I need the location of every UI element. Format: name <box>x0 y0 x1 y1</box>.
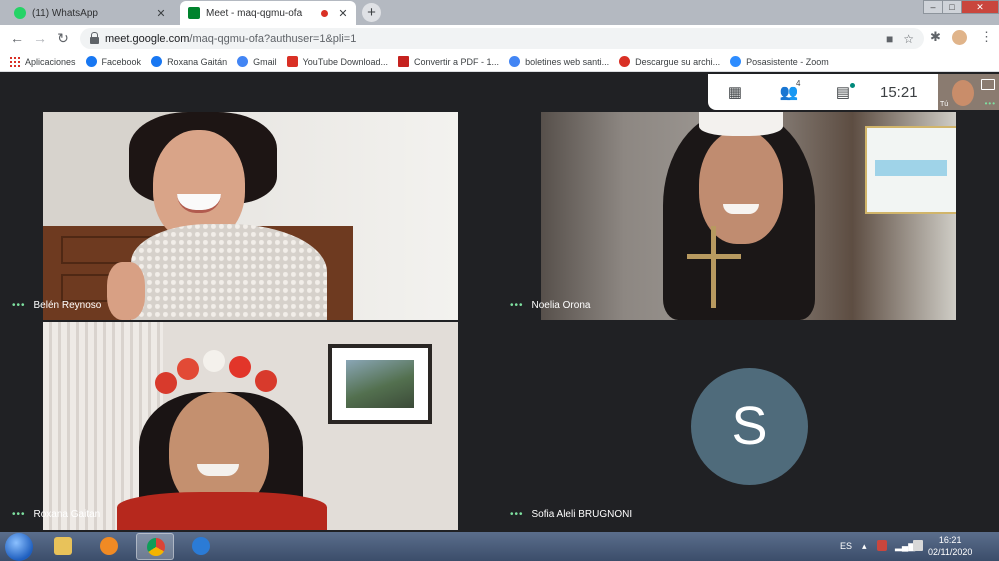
windows-taskbar: ES ▴ ▂▄▆ 16:21 02/11/2020 <box>0 532 999 561</box>
taskbar-explorer[interactable] <box>44 533 82 560</box>
security-icon[interactable] <box>877 540 887 551</box>
participant-label-2: ••• Noelia Orona <box>510 300 590 311</box>
tab-title: Meet - maq-qgmu-ofa <box>206 7 303 19</box>
participant-name: Sofia Aleli BRUGNONI <box>531 509 633 520</box>
bookmark-zoom[interactable]: Posasistente - Zoom <box>730 56 829 67</box>
browser-toolbar: ← → ↻ meet.google.com/maq-qgmu-ofa?authu… <box>0 25 999 52</box>
participant-video-2[interactable] <box>541 112 956 320</box>
taskbar-chrome[interactable] <box>136 533 174 560</box>
url-text: meet.google.com/maq-qgmu-ofa?authuser=1&… <box>105 32 357 45</box>
participant-video-3[interactable] <box>43 322 458 530</box>
participant-label-4: ••• Sofia Aleli BRUGNONI <box>510 509 632 520</box>
people-count: 4 <box>796 79 801 88</box>
new-tab-button[interactable]: + <box>362 3 381 22</box>
participant-name: Belén Reynoso <box>33 300 102 311</box>
star-icon[interactable]: ☆ <box>903 32 914 46</box>
camera-icon[interactable]: ■ <box>886 32 893 46</box>
tab-meet[interactable]: Meet - maq-qgmu-ofa ✕ <box>180 1 356 25</box>
close-icon[interactable]: ✕ <box>154 7 168 20</box>
clock-time: 16:21 <box>938 535 962 545</box>
chat-icon[interactable]: ▤ <box>816 83 870 101</box>
google-icon <box>237 56 249 67</box>
bookmark-youtube-download[interactable]: YouTube Download... <box>286 56 388 67</box>
people-icon[interactable]: 👥 4 <box>762 79 816 101</box>
chrome-icon <box>147 538 165 556</box>
more-options-icon[interactable]: ••• <box>510 509 524 520</box>
more-options-icon[interactable]: ••• <box>12 509 26 520</box>
bookmark-roxana[interactable]: Roxana Gaitán <box>151 56 227 67</box>
back-arrow-icon[interactable]: ← <box>8 29 26 47</box>
participant-avatar-4[interactable]: S <box>691 368 808 485</box>
download-icon <box>286 56 298 67</box>
profile-avatar[interactable] <box>952 30 967 45</box>
language-indicator[interactable]: ES <box>840 541 852 551</box>
close-window-button[interactable]: ✕ <box>961 0 999 14</box>
apps-grid-icon <box>10 56 20 67</box>
meet-top-bar: ▦ 👥 4 ▤ 15:21 <box>708 74 938 110</box>
participant-name: Noelia Orona <box>531 300 591 311</box>
system-clock[interactable]: 16:21 02/11/2020 <box>928 534 972 558</box>
bookmark-boletines[interactable]: boletines web santi... <box>509 56 609 67</box>
self-video <box>952 80 974 106</box>
more-options-icon[interactable]: ••• <box>12 300 26 311</box>
blocked-icon <box>619 56 631 67</box>
bookmark-apps[interactable]: Aplicaciones <box>10 56 76 67</box>
participant-label-1: ••• Belén Reynoso <box>12 300 101 311</box>
extensions-icon[interactable]: ✱ <box>930 29 941 45</box>
tab-whatsapp[interactable]: (11) WhatsApp ✕ <box>6 1 174 25</box>
self-label: Tú <box>940 101 949 108</box>
folder-icon <box>54 537 72 555</box>
bookmark-gmail[interactable]: Gmail <box>237 56 277 67</box>
unread-dot <box>850 83 855 88</box>
crucifix <box>711 226 716 308</box>
participant-video-1[interactable] <box>43 112 458 320</box>
clock-date: 02/11/2020 <box>928 547 973 557</box>
more-options-icon[interactable]: ••• <box>510 300 524 311</box>
lock-icon <box>90 32 99 44</box>
taskbar-media-player[interactable] <box>90 533 128 560</box>
forward-arrow-icon[interactable]: → <box>31 29 49 47</box>
facebook-icon <box>85 56 97 67</box>
pdf-icon <box>398 56 410 67</box>
google-icon <box>509 56 521 67</box>
zoom-icon <box>730 56 742 67</box>
participant-name: Roxana Gaitan <box>33 509 101 520</box>
bookmark-pdf[interactable]: Convertir a PDF - 1... <box>398 56 499 67</box>
show-hidden-icons-icon[interactable]: ▴ <box>862 541 867 552</box>
reload-icon[interactable]: ↻ <box>54 29 72 47</box>
minimize-button[interactable]: – <box>923 0 943 14</box>
self-view-tile[interactable]: Tú ••• <box>938 74 999 110</box>
flower-crown <box>155 350 283 404</box>
taskbar-ie[interactable] <box>182 533 220 560</box>
meet-icon <box>188 7 200 19</box>
volume-icon[interactable] <box>913 540 923 551</box>
maximize-button[interactable]: □ <box>942 0 962 14</box>
windows-start-icon[interactable] <box>5 533 33 561</box>
video-picture-frame <box>328 344 432 424</box>
bookmark-facebook[interactable]: Facebook <box>85 56 141 67</box>
meeting-time: 15:21 <box>880 83 918 101</box>
media-player-icon <box>100 537 118 555</box>
facebook-icon <box>151 56 163 67</box>
whatsapp-icon <box>14 7 26 19</box>
participant-label-3: ••• Roxana Gaitan <box>12 509 100 520</box>
more-options-icon[interactable]: ••• <box>985 99 996 108</box>
present-icon[interactable] <box>981 79 995 90</box>
bookmarks-bar: Aplicaciones Facebook Roxana Gaitán Gmai… <box>0 52 999 72</box>
bookmark-descargue[interactable]: Descargue su archi... <box>619 56 720 67</box>
close-icon[interactable]: ✕ <box>336 7 350 20</box>
tab-title: (11) WhatsApp <box>32 7 98 19</box>
menu-icon[interactable]: ⋮ <box>980 29 993 45</box>
grid-layout-icon[interactable]: ▦ <box>708 83 762 101</box>
browser-tab-strip: (11) WhatsApp ✕ Meet - maq-qgmu-ofa ✕ + … <box>0 0 999 25</box>
address-bar[interactable]: meet.google.com/maq-qgmu-ofa?authuser=1&… <box>80 28 924 49</box>
recording-icon <box>321 9 328 17</box>
internet-explorer-icon <box>192 537 210 555</box>
video-poster <box>865 126 956 214</box>
